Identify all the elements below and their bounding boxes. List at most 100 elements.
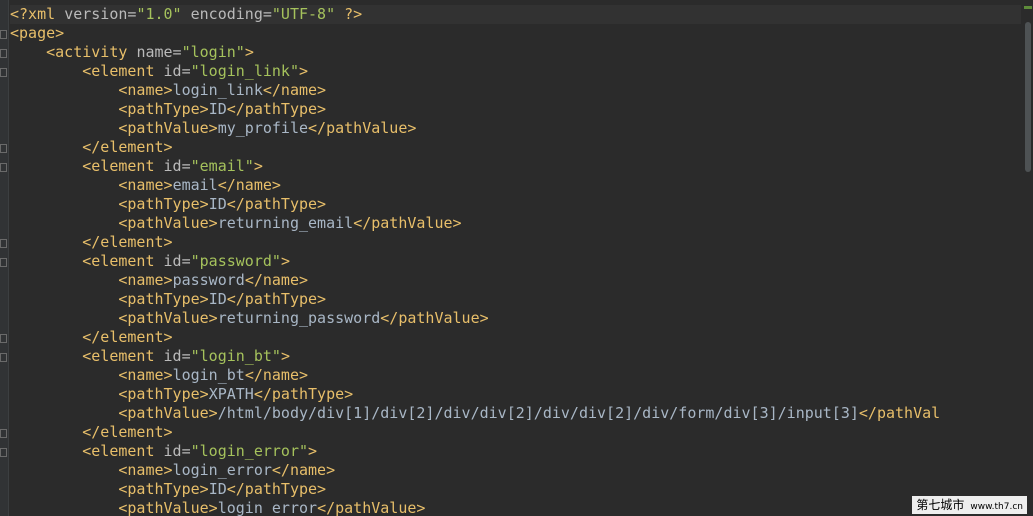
code-token-val: "login_error" — [190, 442, 309, 460]
code-token-tag: <pathValue> — [10, 309, 218, 327]
code-area[interactable]: <?xml version="1.0" encoding="UTF-8" ?> <… — [10, 5, 1021, 516]
code-token-text: login_bt — [172, 366, 245, 384]
code-token-tag: <name> — [10, 81, 173, 99]
code-line[interactable]: <pathValue>my_profile</pathValue> — [10, 119, 1021, 138]
code-token-tag: </name> — [262, 81, 327, 99]
code-token-val: "1.0" — [136, 5, 182, 23]
fold-marker[interactable] — [0, 144, 7, 153]
fold-marker[interactable] — [0, 334, 7, 343]
code-token-tag: <element — [10, 157, 164, 175]
code-token-tag: <pathType> — [10, 195, 209, 213]
fold-marker[interactable] — [0, 163, 7, 172]
code-editor[interactable]: <?xml version="1.0" encoding="UTF-8" ?> <… — [0, 0, 1033, 516]
fold-marker[interactable] — [0, 258, 7, 267]
fold-marker[interactable] — [0, 30, 7, 39]
watermark: 第七城市 www.th7.cn — [912, 496, 1027, 514]
fold-marker[interactable] — [0, 49, 7, 58]
code-token-val: "login_link" — [190, 62, 299, 80]
fold-gutter — [0, 0, 9, 516]
code-token-text: password — [172, 271, 245, 289]
code-line[interactable]: <element id="password"> — [10, 252, 1021, 271]
code-line[interactable]: <element id="login_link"> — [10, 62, 1021, 81]
code-token-attr: id= — [163, 252, 191, 270]
code-token-tag: ?> — [335, 5, 363, 23]
code-token-tag: </pathValue> — [308, 119, 417, 137]
code-token-attr: encoding= — [181, 5, 272, 23]
fold-marker[interactable] — [0, 448, 7, 457]
code-token-attr: id= — [163, 157, 191, 175]
code-line[interactable]: <pathValue>returning_email</pathValue> — [10, 214, 1021, 233]
code-token-text: returning_email — [217, 214, 354, 232]
code-token-tag: <pathType> — [10, 385, 209, 403]
code-token-tag: > — [299, 62, 309, 80]
fold-marker[interactable] — [0, 429, 7, 438]
code-line[interactable]: <pathType>ID</pathType> — [10, 480, 1021, 499]
code-token-tag: </element> — [10, 423, 173, 441]
code-token-tag: <pathValue> — [10, 119, 218, 137]
code-line[interactable]: <name>email</name> — [10, 176, 1021, 195]
inspection-ok-marker — [1024, 6, 1032, 9]
code-token-val: "UTF-8" — [271, 5, 336, 23]
code-token-tag: </pathType> — [226, 100, 327, 118]
code-line[interactable]: <name>login_bt</name> — [10, 366, 1021, 385]
code-line[interactable]: <pathType>XPATH</pathType> — [10, 385, 1021, 404]
code-line[interactable]: </element> — [10, 328, 1021, 347]
code-line[interactable]: <name>login_error</name> — [10, 461, 1021, 480]
watermark-url: www.th7.cn — [970, 502, 1023, 512]
code-token-tag: <name> — [10, 461, 173, 479]
code-token-text: login_error — [217, 499, 318, 516]
code-token-tag: > — [253, 157, 263, 175]
code-token-tag: </name> — [244, 366, 309, 384]
fold-marker[interactable] — [0, 239, 7, 248]
code-line[interactable]: <name>password</name> — [10, 271, 1021, 290]
code-token-tag: <pathType> — [10, 100, 209, 118]
code-token-tag: </pathValue> — [317, 499, 426, 516]
code-token-attr: id= — [163, 347, 191, 365]
code-token-tag: <element — [10, 252, 164, 270]
code-line[interactable]: <pathValue>/html/body/div[1]/div[2]/div/… — [10, 404, 1021, 423]
code-line[interactable]: <pathValue>login_error</pathValue> — [10, 499, 1021, 516]
code-line[interactable]: </element> — [10, 423, 1021, 442]
code-token-text: XPATH — [208, 385, 254, 403]
code-token-tag: <name> — [10, 176, 173, 194]
code-token-tag: <element — [10, 347, 164, 365]
code-token-text: email — [172, 176, 218, 194]
code-token-tag: > — [244, 43, 254, 61]
code-line[interactable]: <activity name="login"> — [10, 43, 1021, 62]
code-line[interactable]: <page> — [10, 24, 1021, 43]
code-token-tag: </name> — [271, 461, 336, 479]
code-token-tag: </pathType> — [226, 480, 327, 498]
code-token-tag: </pathVal — [858, 404, 941, 422]
code-line[interactable]: <name>login_link</name> — [10, 81, 1021, 100]
code-line[interactable]: <element id="login_bt"> — [10, 347, 1021, 366]
code-token-attr: version= — [64, 5, 137, 23]
code-token-text: returning_password — [217, 309, 381, 327]
scrollbar-thumb[interactable] — [1025, 22, 1031, 172]
fold-marker[interactable] — [0, 68, 7, 77]
code-line[interactable]: <pathValue>returning_password</pathValue… — [10, 309, 1021, 328]
code-line[interactable]: <?xml version="1.0" encoding="UTF-8" ?> — [10, 5, 1021, 24]
code-line[interactable]: <pathType>ID</pathType> — [10, 290, 1021, 309]
code-line[interactable]: </element> — [10, 233, 1021, 252]
code-token-tag: > — [280, 347, 290, 365]
code-token-tag: <pathType> — [10, 290, 209, 308]
code-line[interactable]: </element> — [10, 138, 1021, 157]
code-token-text: my_profile — [217, 119, 309, 137]
code-token-tag: <pathValue> — [10, 404, 218, 422]
code-token-tag: > — [308, 442, 318, 460]
code-token-tag: </name> — [244, 271, 309, 289]
vertical-scrollbar[interactable] — [1023, 0, 1033, 516]
code-token-attr: id= — [163, 442, 191, 460]
code-line[interactable]: <pathType>ID</pathType> — [10, 100, 1021, 119]
code-token-tag: </element> — [10, 138, 173, 156]
code-token-tag: <element — [10, 442, 164, 460]
fold-marker[interactable] — [0, 353, 7, 362]
code-token-tag: </pathType> — [226, 290, 327, 308]
code-line[interactable]: <element id="login_error"> — [10, 442, 1021, 461]
code-token-text: ID — [208, 290, 227, 308]
code-token-tag: </name> — [217, 176, 281, 194]
code-line[interactable]: <element id="email"> — [10, 157, 1021, 176]
code-token-tag: <activity — [10, 43, 137, 61]
code-line[interactable]: <pathType>ID</pathType> — [10, 195, 1021, 214]
code-token-tag: <?xml — [10, 5, 65, 23]
